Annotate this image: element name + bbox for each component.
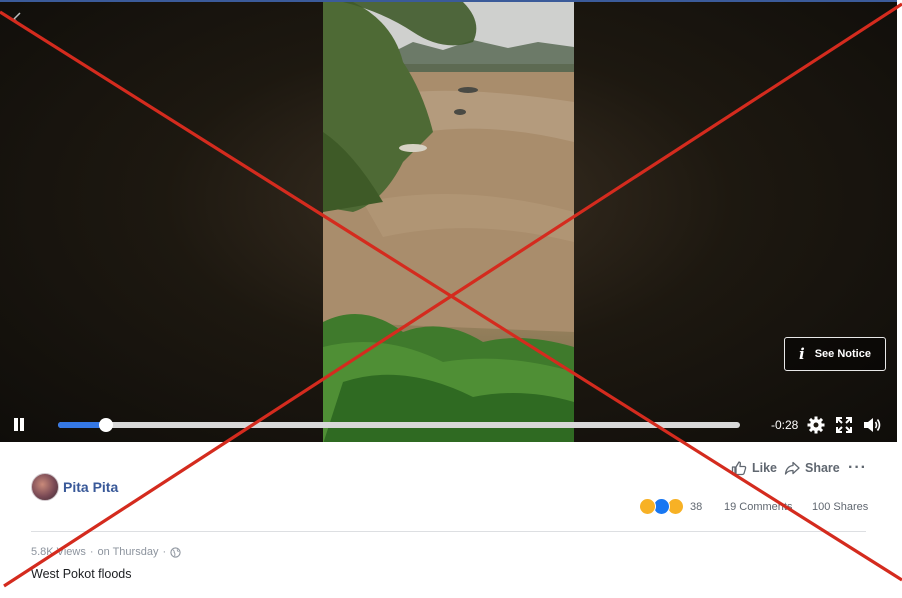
video-frame [323,2,574,442]
flood-scene [323,2,574,442]
see-notice-label: See Notice [814,348,871,360]
volume-icon[interactable] [862,415,882,435]
more-dots-icon[interactable]: ··· [848,459,867,477]
meta-separator: · [162,546,167,558]
sad-reaction-icon [639,498,656,515]
comments-link[interactable]: 19 Comments [724,501,792,513]
share-button[interactable]: Share [784,460,840,476]
time-remaining: -0:28 [771,418,799,432]
post-meta: 5.8K Views · on Thursday · [31,546,181,558]
divider [31,531,866,532]
fullscreen-icon[interactable] [834,415,854,435]
thumbs-up-icon [731,461,747,476]
video-player[interactable]: i See Notice -0:28 [0,0,897,442]
gear-icon[interactable] [806,415,826,435]
like-button[interactable]: Like [731,460,777,476]
globe-icon [170,546,181,558]
post-time[interactable]: on Thursday [98,546,159,558]
video-controls: -0:28 [0,410,897,440]
post-caption: West Pokot floods [31,567,132,581]
chevron-left-icon[interactable] [8,10,26,28]
progress-bar[interactable] [58,418,740,432]
post-details: Pita Pita Like Share ··· 38 19 Comments … [0,442,897,598]
pause-icon[interactable] [12,418,26,432]
progress-handle[interactable] [98,418,113,432]
avatar[interactable] [31,473,59,501]
see-notice-button[interactable]: i See Notice [784,337,886,371]
shares-link[interactable]: 100 Shares [812,501,868,513]
view-count: 5.8K Views [31,546,86,558]
share-label: Share [805,461,840,475]
meta-separator: · [89,546,94,558]
author-name[interactable]: Pita Pita [63,479,118,495]
share-arrow-icon [784,461,800,475]
reaction-icons[interactable] [639,498,687,516]
like-label: Like [752,461,778,475]
reaction-count[interactable]: 38 [690,501,702,513]
info-icon: i [799,345,805,363]
